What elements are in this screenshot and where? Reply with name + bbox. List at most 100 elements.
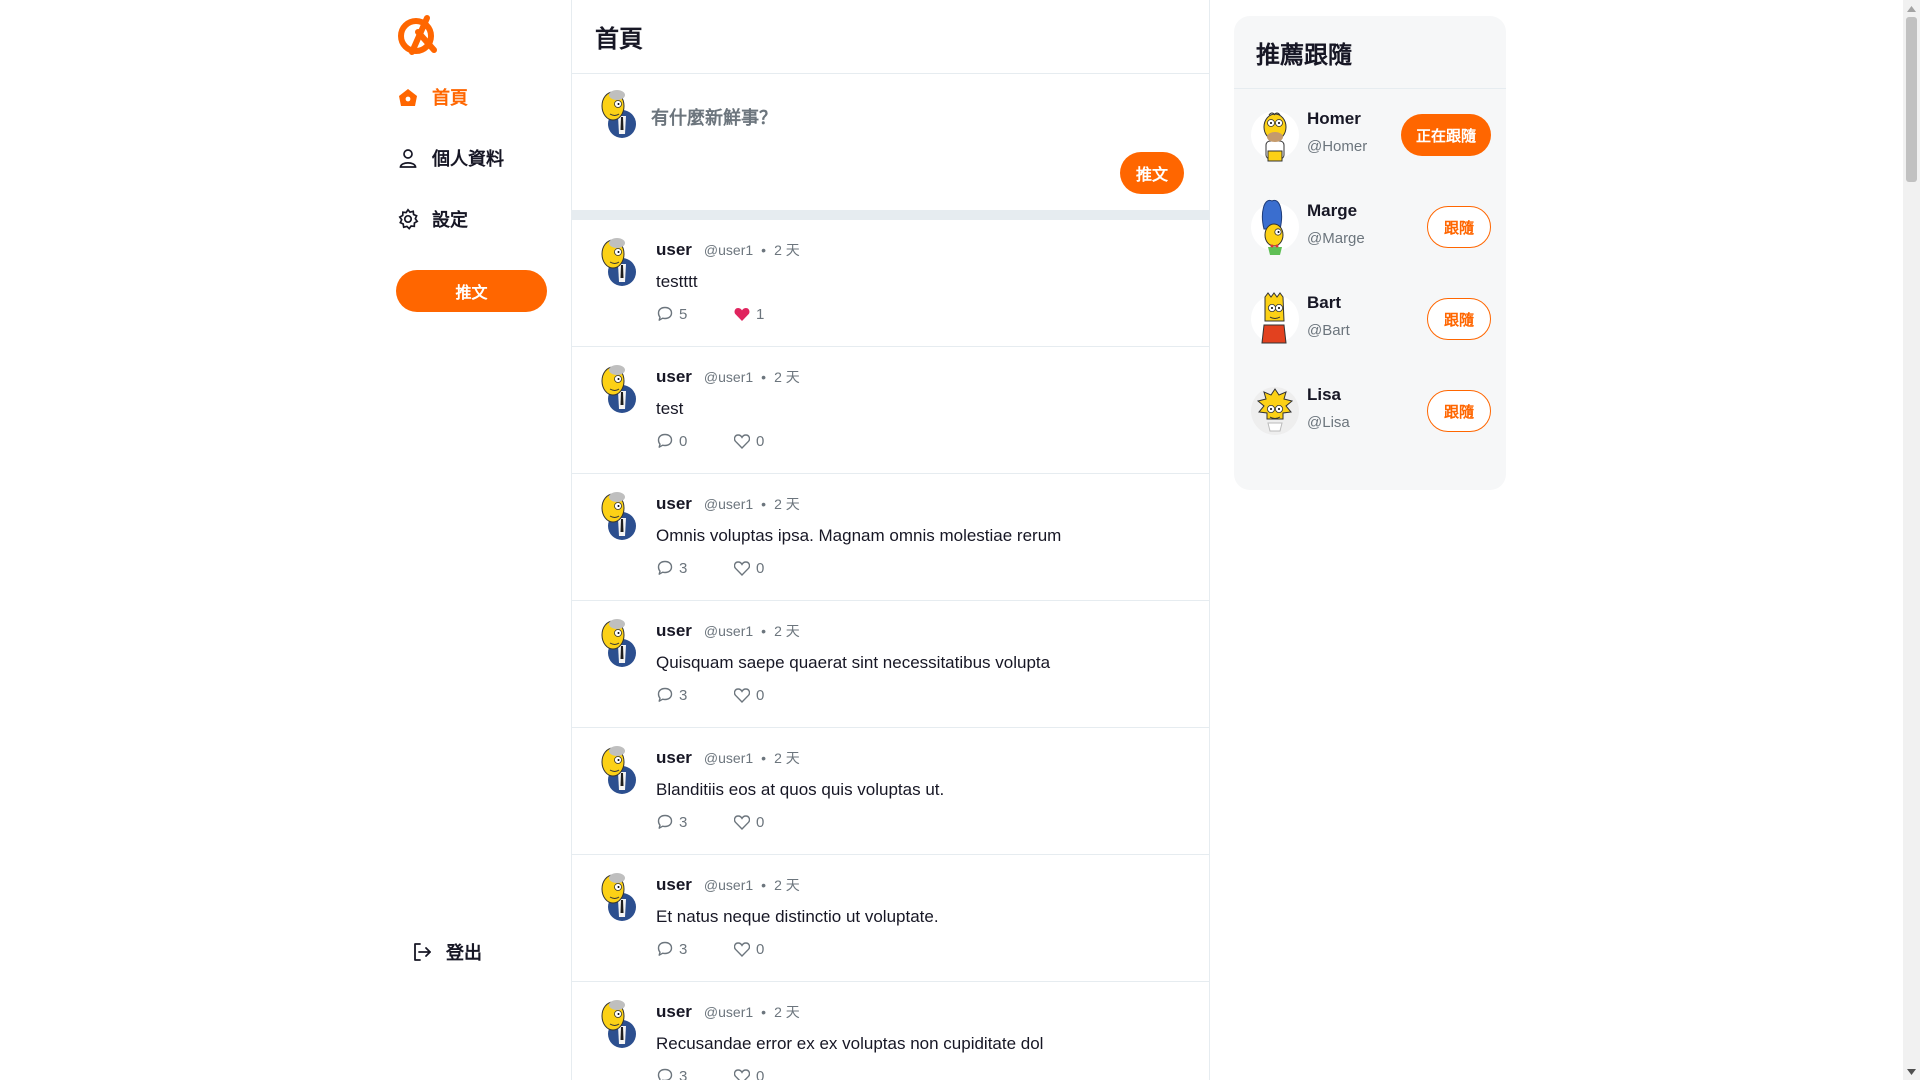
composer-placeholder[interactable]: 有什麼新鮮事？ xyxy=(651,104,777,130)
avatar[interactable] xyxy=(596,490,640,540)
tweet-author-handle: @user1 xyxy=(703,623,754,639)
tweet-content[interactable]: Recusandae error ex ex voluptas non cupi… xyxy=(656,1034,1043,1054)
reply-button[interactable]: 3 xyxy=(656,559,733,577)
tweet-meta: user @user1 • 2 天 xyxy=(656,494,800,514)
avatar[interactable] xyxy=(1250,199,1300,255)
reply-button[interactable]: 5 xyxy=(656,305,733,323)
avatar[interactable] xyxy=(596,744,640,794)
sidebar-tweet-button[interactable]: 推文 xyxy=(396,270,547,312)
tweet-actions: 3 0 xyxy=(656,940,764,958)
suggestion-name[interactable]: Homer xyxy=(1307,109,1361,129)
tweet-actions: 3 0 xyxy=(656,1067,764,1080)
page-scrollbar[interactable] xyxy=(1903,0,1920,1080)
tweet-author-name[interactable]: user xyxy=(656,748,692,768)
avatar[interactable] xyxy=(596,617,640,667)
suggestion-handle: @Lisa xyxy=(1307,414,1350,431)
tweet-time: 2 天 xyxy=(774,877,800,893)
page-title: 首頁 xyxy=(595,26,643,53)
avatar[interactable] xyxy=(1250,383,1300,439)
suggestion-item: Bart @Bart 跟隨 xyxy=(1234,273,1506,365)
suggestion-name[interactable]: Bart xyxy=(1307,293,1341,313)
tweet-content[interactable]: testttt xyxy=(656,272,698,292)
like-button[interactable]: 0 xyxy=(733,432,764,450)
suggestion-item: Lisa @Lisa 跟隨 xyxy=(1234,365,1506,457)
tweet-meta: user @user1 • 2 天 xyxy=(656,621,800,641)
suggestion-name[interactable]: Lisa xyxy=(1307,385,1341,405)
like-button[interactable]: 1 xyxy=(733,305,764,323)
sidebar-item-home[interactable]: 首頁 xyxy=(396,79,468,115)
sidebar-item-label: 設定 xyxy=(432,210,468,230)
sidebar-item-profile[interactable]: 個人資料 xyxy=(396,140,504,176)
like-button[interactable]: 0 xyxy=(733,1067,764,1080)
avatar[interactable] xyxy=(596,871,640,921)
tweet-time: 2 天 xyxy=(774,242,800,258)
like-button[interactable]: 0 xyxy=(733,940,764,958)
scrollbar-thumb[interactable] xyxy=(1906,17,1917,182)
sidebar-item-label: 首頁 xyxy=(432,88,468,108)
follow-button[interactable]: 跟隨 xyxy=(1427,206,1491,248)
heart-icon xyxy=(733,559,751,577)
heart-icon xyxy=(733,305,751,323)
tweet-content[interactable]: test xyxy=(656,399,683,419)
logout-button[interactable]: 登出 xyxy=(410,934,482,970)
reply-button[interactable]: 3 xyxy=(656,1067,733,1080)
follow-button[interactable]: 跟隨 xyxy=(1427,298,1491,340)
avatar[interactable] xyxy=(596,363,640,413)
tweet-author-name[interactable]: user xyxy=(656,621,692,641)
logout-label: 登出 xyxy=(446,943,482,963)
reply-button[interactable]: 3 xyxy=(656,813,733,831)
alphitter-logo-icon[interactable] xyxy=(396,14,438,56)
tweet-author-handle: @user1 xyxy=(703,877,754,893)
tweet-item[interactable]: user @user1 • 2 天 testttt 5 1 xyxy=(572,220,1209,347)
composer-tweet-button[interactable]: 推文 xyxy=(1120,152,1184,194)
tweet-author-name[interactable]: user xyxy=(656,1002,692,1022)
like-count: 0 xyxy=(756,432,765,450)
suggestion-list: Homer @Homer 正在跟隨 Marge @Marge 跟隨 Bart @… xyxy=(1234,89,1506,457)
suggestion-handle: @Homer xyxy=(1307,138,1368,155)
tweet-item[interactable]: user @user1 • 2 天 Et natus neque distinc… xyxy=(572,855,1209,982)
reply-button[interactable]: 3 xyxy=(656,686,733,704)
tweet-content[interactable]: Et natus neque distinctio ut voluptate. xyxy=(656,907,939,927)
like-count: 0 xyxy=(756,686,765,704)
tweet-item[interactable]: user @user1 • 2 天 Omnis voluptas ipsa. M… xyxy=(572,474,1209,601)
following-button[interactable]: 正在跟隨 xyxy=(1401,114,1491,156)
home-icon xyxy=(396,85,420,109)
tweet-author-name[interactable]: user xyxy=(656,494,692,514)
tweet-author-handle: @user1 xyxy=(703,496,754,512)
avatar xyxy=(601,90,636,138)
comment-icon xyxy=(656,1067,674,1080)
avatar[interactable] xyxy=(596,236,640,286)
meta-separator: • xyxy=(761,496,767,512)
tweet-actions: 0 0 xyxy=(656,432,764,450)
comment-icon xyxy=(656,686,674,704)
tweet-author-name[interactable]: user xyxy=(656,367,692,387)
avatar[interactable] xyxy=(1250,107,1300,163)
reply-button[interactable]: 0 xyxy=(656,432,733,450)
suggestion-name[interactable]: Marge xyxy=(1307,201,1357,221)
sidebar-item-settings[interactable]: 設定 xyxy=(396,201,468,237)
tweet-content[interactable]: Quisquam saepe quaerat sint necessitatib… xyxy=(656,653,1050,673)
reply-count: 3 xyxy=(679,813,688,831)
tweet-item[interactable]: user @user1 • 2 天 Recusandae error ex ex… xyxy=(572,982,1209,1080)
meta-separator: • xyxy=(761,242,767,258)
scroll-up-arrow-icon[interactable] xyxy=(1903,0,1920,17)
scroll-down-arrow-icon[interactable] xyxy=(1903,1063,1920,1080)
avatar[interactable] xyxy=(1250,291,1300,347)
tweet-item[interactable]: user @user1 • 2 天 Blanditiis eos at quos… xyxy=(572,728,1209,855)
tweet-item[interactable]: user @user1 • 2 天 Quisquam saepe quaerat… xyxy=(572,601,1209,728)
comment-icon xyxy=(656,940,674,958)
like-button[interactable]: 0 xyxy=(733,559,764,577)
like-button[interactable]: 0 xyxy=(733,813,764,831)
tweet-author-name[interactable]: user xyxy=(656,240,692,260)
reply-button[interactable]: 3 xyxy=(656,940,733,958)
feed-divider xyxy=(572,210,1209,220)
tweet-item[interactable]: user @user1 • 2 天 test 0 0 xyxy=(572,347,1209,474)
avatar[interactable] xyxy=(596,998,640,1048)
like-button[interactable]: 0 xyxy=(733,686,764,704)
tweet-author-name[interactable]: user xyxy=(656,875,692,895)
tweet-meta: user @user1 • 2 天 xyxy=(656,875,800,895)
follow-button[interactable]: 跟隨 xyxy=(1427,390,1491,432)
tweet-content[interactable]: Omnis voluptas ipsa. Magnam omnis molest… xyxy=(656,526,1061,546)
tweet-content[interactable]: Blanditiis eos at quos quis voluptas ut. xyxy=(656,780,944,800)
reply-count: 5 xyxy=(679,305,688,323)
